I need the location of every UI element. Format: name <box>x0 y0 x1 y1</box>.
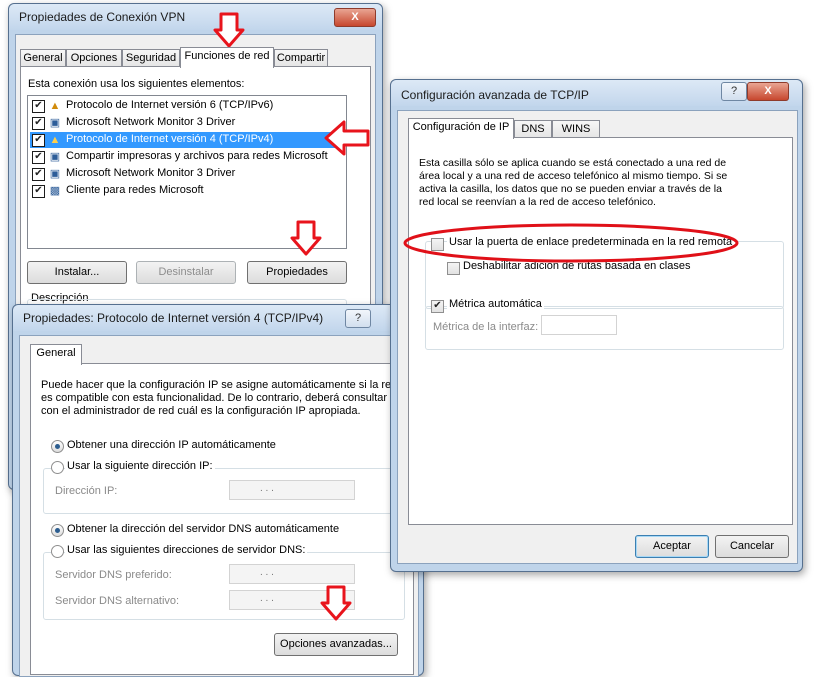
ipv4-titlebar[interactable]: Propiedades: Protocolo de Internet versi… <box>13 305 423 331</box>
advanced-options-button[interactable]: Opciones avanzadas... <box>274 633 398 656</box>
dns-alternate-label: Servidor DNS alternativo: <box>55 595 180 607</box>
manual-dns-radio[interactable] <box>51 545 64 558</box>
network-driver-icon: ▣ <box>49 117 61 129</box>
tab-ip-settings[interactable]: Configuración de IP <box>408 118 514 139</box>
network-protocol-icon: ▲ <box>49 134 61 146</box>
list-item[interactable]: ▣ Compartir impresoras y archivos para r… <box>30 149 344 165</box>
component-checkbox[interactable] <box>32 185 45 198</box>
dns-preferred-field: . . . <box>229 564 355 584</box>
ip-dots: . . . <box>260 483 274 494</box>
help-button[interactable]: ? <box>721 82 747 101</box>
adv-tab-panel: Esta casilla sólo se aplica cuando se es… <box>408 137 793 525</box>
ip-address-label: Dirección IP: <box>55 485 118 497</box>
manual-ip-radio[interactable] <box>51 461 64 474</box>
close-button[interactable]: X <box>747 82 789 101</box>
tab-general[interactable]: General <box>20 49 66 67</box>
ipv4-intro-line-1: Puede hacer que la configuración IP se a… <box>41 379 398 391</box>
tab-dns[interactable]: DNS <box>514 120 552 138</box>
auto-metric-checkbox[interactable] <box>431 300 444 313</box>
file-sharing-icon: ▣ <box>49 151 61 163</box>
advanced-tcpip-window: Configuración avanzada de TCP/IP ? X Con… <box>390 79 803 572</box>
list-item[interactable]: ▣ Microsoft Network Monitor 3 Driver <box>30 166 344 182</box>
component-label: Protocolo de Internet versión 4 (TCP/IPv… <box>66 133 274 145</box>
component-label: Protocolo de Internet versión 6 (TCP/IPv… <box>66 99 274 111</box>
component-checkbox[interactable] <box>32 168 45 181</box>
vpn-intro-text: Esta conexión usa los siguientes element… <box>28 78 245 90</box>
component-label: Microsoft Network Monitor 3 Driver <box>66 116 236 128</box>
adv-desc-line-2: área local y a una red de acceso telefón… <box>419 170 728 182</box>
adv-tabs: Configuración de IP DNS WINS <box>408 118 608 139</box>
ipv4-window-title: Propiedades: Protocolo de Internet versi… <box>23 311 324 325</box>
ipv4-properties-window: Propiedades: Protocolo de Internet versi… <box>12 304 424 677</box>
ipv4-client-area: General Puede hacer que la configuración… <box>19 335 419 677</box>
ip-address-field: . . . <box>229 480 355 500</box>
list-item[interactable]: ▩ Cliente para redes Microsoft <box>30 183 344 199</box>
ipv4-tabs: General <box>30 344 110 365</box>
install-button[interactable]: Instalar... <box>27 261 127 284</box>
help-button[interactable]: ? <box>345 309 371 328</box>
tab-seguridad[interactable]: Seguridad <box>122 49 180 67</box>
disable-class-routes-checkbox[interactable] <box>447 262 460 275</box>
use-default-gateway-label[interactable]: Usar la puerta de enlace predeterminada … <box>447 236 735 248</box>
network-client-icon: ▩ <box>49 185 61 197</box>
interface-metric-label: Métrica de la interfaz: <box>433 321 539 333</box>
auto-metric-label[interactable]: Métrica automática <box>447 298 544 310</box>
component-label: Microsoft Network Monitor 3 Driver <box>66 167 236 179</box>
ipv4-tab-panel: Puede hacer que la configuración IP se a… <box>30 363 414 675</box>
ipv4-intro-line-2: es compatible con esta funcionalidad. De… <box>41 392 388 404</box>
tab-wins[interactable]: WINS <box>552 120 600 138</box>
list-item-selected[interactable]: ▲ Protocolo de Internet versión 4 (TCP/I… <box>30 132 344 148</box>
adv-desc-line-1: Esta casilla sólo se aplica cuando se es… <box>419 157 727 169</box>
network-driver-icon: ▣ <box>49 168 61 180</box>
interface-metric-field <box>541 315 617 335</box>
components-list[interactable]: ▲ Protocolo de Internet versión 6 (TCP/I… <box>27 95 347 249</box>
dns-preferred-label: Servidor DNS preferido: <box>55 569 172 581</box>
auto-ip-label[interactable]: Obtener una dirección IP automáticamente <box>67 439 276 451</box>
list-item[interactable]: ▣ Microsoft Network Monitor 3 Driver <box>30 115 344 131</box>
dns-alternate-field: . . . <box>229 590 355 610</box>
uninstall-button: Desinstalar <box>136 261 236 284</box>
component-label: Compartir impresoras y archivos para red… <box>66 150 328 162</box>
component-checkbox[interactable] <box>32 134 45 147</box>
tab-funciones-de-red[interactable]: Funciones de red <box>180 47 274 68</box>
vpn-titlebar[interactable]: Propiedades de Conexión VPN X <box>9 4 382 30</box>
adv-titlebar[interactable]: Configuración avanzada de TCP/IP ? X <box>391 80 802 106</box>
manual-ip-label[interactable]: Usar la siguiente dirección IP: <box>65 460 215 472</box>
vpn-tabs: General Opciones Seguridad Funciones de … <box>20 47 340 68</box>
tab-compartir[interactable]: Compartir <box>274 49 328 67</box>
component-checkbox[interactable] <box>32 151 45 164</box>
cancel-button[interactable]: Cancelar <box>715 535 789 558</box>
use-default-gateway-checkbox[interactable] <box>431 238 444 251</box>
tab-opciones[interactable]: Opciones <box>66 49 122 67</box>
auto-dns-label[interactable]: Obtener la dirección del servidor DNS au… <box>67 523 339 535</box>
tab-general[interactable]: General <box>30 344 82 365</box>
component-checkbox[interactable] <box>32 117 45 130</box>
component-label: Cliente para redes Microsoft <box>66 184 204 196</box>
list-item[interactable]: ▲ Protocolo de Internet versión 6 (TCP/I… <box>30 98 344 114</box>
manual-dns-label[interactable]: Usar las siguientes direcciones de servi… <box>65 544 308 556</box>
auto-ip-radio[interactable] <box>51 440 64 453</box>
vpn-window-title: Propiedades de Conexión VPN <box>19 10 186 24</box>
properties-button[interactable]: Propiedades <box>247 261 347 284</box>
ipv4-intro-line-3: con el administrador de red cuál es la c… <box>41 405 361 417</box>
accept-button[interactable]: Aceptar <box>635 535 709 558</box>
ip-dots: . . . <box>260 567 274 578</box>
adv-window-title: Configuración avanzada de TCP/IP <box>401 88 589 102</box>
ip-dots: . . . <box>260 593 274 604</box>
auto-dns-radio[interactable] <box>51 524 64 537</box>
adv-desc-line-4: red local se reenvían a la red de acceso… <box>419 196 656 208</box>
disable-class-routes-label[interactable]: Deshabilitar adición de rutas basada en … <box>463 260 690 272</box>
close-button[interactable]: X <box>334 8 376 27</box>
network-protocol-icon: ▲ <box>49 100 61 112</box>
adv-desc-line-3: activa la casilla, los datos que no se p… <box>419 183 722 195</box>
component-checkbox[interactable] <box>32 100 45 113</box>
adv-client-area: Configuración de IP DNS WINS Esta casill… <box>397 110 798 564</box>
